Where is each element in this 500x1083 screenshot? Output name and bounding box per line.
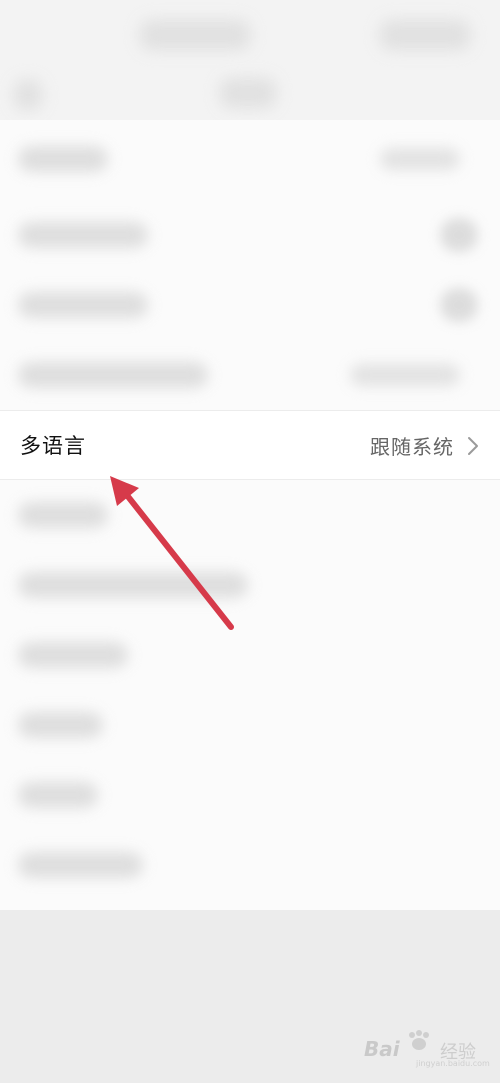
page-title-blurred (220, 78, 276, 108)
language-label: 多语言 (20, 434, 86, 458)
status-bar-center-blurred (140, 20, 250, 50)
row-label-blurred (18, 572, 248, 598)
toggle-switch-blurred[interactable] (440, 288, 478, 322)
chevron-right-icon (468, 437, 478, 455)
paw-icon (409, 1030, 429, 1050)
settings-screen: 多语言 跟随系统 Bai 经验 jingyan.baidu.com (0, 0, 500, 1083)
row-label-blurred (18, 712, 103, 738)
settings-row-blurred[interactable] (0, 690, 500, 760)
back-icon[interactable] (14, 80, 42, 110)
settings-row-blurred[interactable] (0, 270, 500, 340)
settings-list (0, 120, 500, 910)
toggle-switch-blurred[interactable] (440, 218, 478, 252)
watermark-brand: Bai (364, 1037, 400, 1061)
row-label-blurred (18, 782, 98, 808)
watermark-url: jingyan.baidu.com (416, 1059, 490, 1068)
language-setting-row[interactable]: 多语言 跟随系统 (0, 410, 500, 480)
language-value: 跟随系统 (370, 435, 454, 459)
row-value-blurred (350, 364, 460, 386)
settings-row-blurred[interactable] (0, 550, 500, 620)
settings-row-blurred[interactable] (0, 200, 500, 270)
settings-row-blurred[interactable] (0, 340, 500, 410)
watermark: Bai 经验 jingyan.baidu.com (364, 1029, 490, 1069)
row-label-blurred (18, 502, 108, 528)
row-label-blurred (18, 362, 208, 388)
title-bar (0, 70, 500, 120)
row-label-blurred (18, 852, 143, 878)
settings-row-blurred[interactable] (0, 120, 500, 190)
row-label-blurred (18, 146, 108, 172)
row-label-blurred (18, 292, 148, 318)
row-label-blurred (18, 642, 128, 668)
settings-row-blurred[interactable] (0, 620, 500, 690)
settings-row-blurred[interactable] (0, 480, 500, 550)
row-value-blurred (380, 148, 460, 170)
status-bar-right-blurred (380, 20, 470, 50)
settings-row-blurred[interactable] (0, 760, 500, 830)
status-bar (0, 0, 500, 70)
row-label-blurred (18, 222, 148, 248)
settings-row-blurred[interactable] (0, 830, 500, 900)
